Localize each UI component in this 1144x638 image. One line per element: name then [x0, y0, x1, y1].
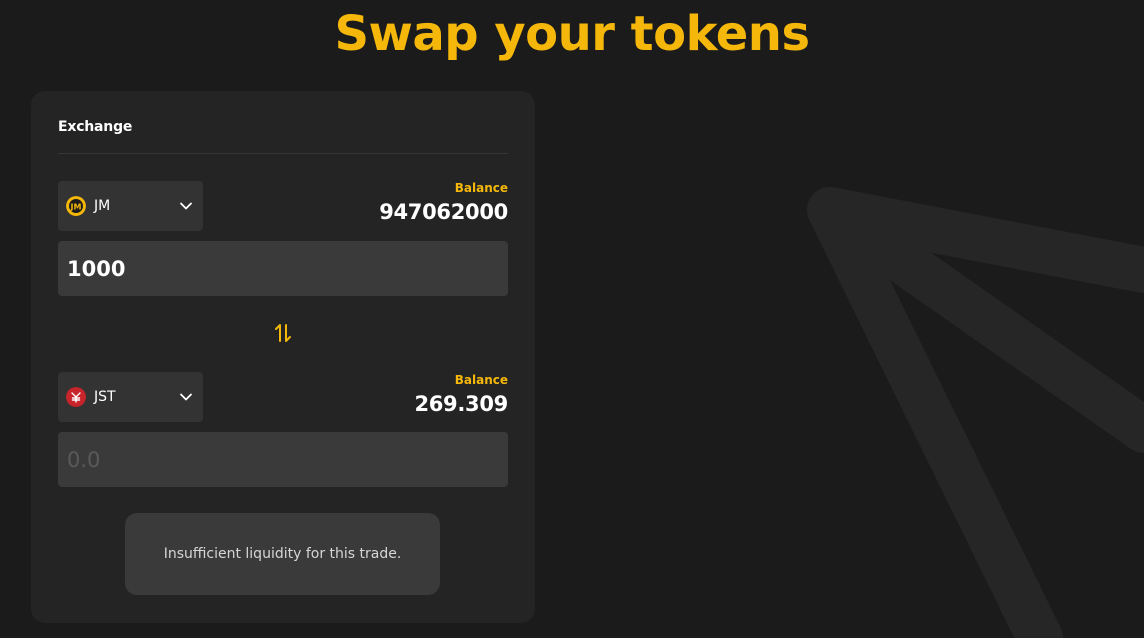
to-token-select[interactable]: JST	[58, 372, 203, 422]
from-balance-value: 947062000	[379, 200, 508, 224]
to-amount-input[interactable]	[58, 432, 508, 487]
header-divider	[58, 153, 508, 154]
exchange-card: Exchange JM JM Balance 947062000 JST Bal…	[31, 91, 535, 623]
from-token-select[interactable]: JM JM	[58, 181, 203, 231]
jst-token-logo-icon	[66, 387, 86, 407]
swap-arrows-icon[interactable]	[273, 322, 293, 344]
page-title: Swap your tokens	[334, 6, 810, 62]
to-token-name: JST	[94, 389, 116, 405]
exchange-header: Exchange	[58, 119, 133, 135]
chevron-down-icon	[180, 393, 192, 401]
svg-text:JM: JM	[70, 203, 82, 212]
from-balance-label: Balance	[454, 181, 508, 195]
insufficient-liquidity-status: Insufficient liquidity for this trade.	[125, 513, 440, 595]
from-amount-input[interactable]	[58, 241, 508, 296]
chevron-down-icon	[180, 202, 192, 210]
to-balance-value: 269.309	[414, 392, 508, 416]
jm-token-logo-icon: JM	[66, 196, 86, 216]
to-balance-label: Balance	[454, 373, 508, 387]
from-token-name: JM	[94, 198, 111, 214]
